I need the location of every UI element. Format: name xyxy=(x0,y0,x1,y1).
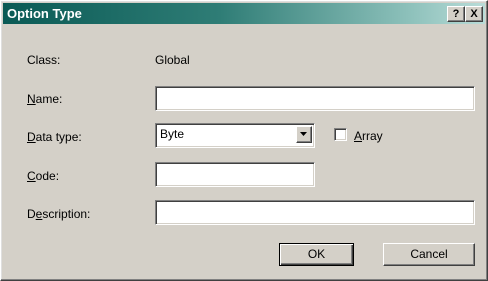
name-label: Name: xyxy=(27,92,62,106)
class-label: Class: xyxy=(27,53,61,67)
array-label-rest: rray xyxy=(362,129,383,143)
data-type-label: Data type: xyxy=(27,130,82,144)
data-type-label-accel: D xyxy=(27,130,36,144)
option-type-dialog: Option Type ? X Class: Global Name: Data… xyxy=(0,0,488,281)
ok-button[interactable]: OK xyxy=(279,243,354,266)
name-label-accel: N xyxy=(27,92,36,106)
description-label: Description: xyxy=(27,207,90,221)
name-field[interactable] xyxy=(155,86,475,111)
data-type-label-rest: ata type: xyxy=(35,130,82,144)
title-bar[interactable]: Option Type ? X xyxy=(3,3,485,24)
data-type-select[interactable]: Byte xyxy=(155,123,315,148)
array-checkbox[interactable] xyxy=(334,128,347,141)
data-type-value: Byte xyxy=(160,127,185,141)
code-label-accel: C xyxy=(27,169,36,183)
code-field[interactable] xyxy=(155,162,315,187)
cancel-button[interactable]: Cancel xyxy=(383,243,475,266)
name-label-rest: ame: xyxy=(35,92,63,106)
data-type-dropdown-button[interactable] xyxy=(296,126,312,143)
code-label-rest: ode: xyxy=(35,169,60,183)
class-value: Global xyxy=(155,53,190,67)
window-title: Option Type xyxy=(7,6,82,21)
description-field[interactable] xyxy=(155,200,475,225)
code-label: Code: xyxy=(27,169,59,183)
array-label[interactable]: Array xyxy=(354,129,383,143)
help-button[interactable]: ? xyxy=(447,6,465,22)
close-button[interactable]: X xyxy=(465,6,483,22)
chevron-down-icon xyxy=(300,132,307,136)
description-label-pre: D xyxy=(27,207,36,221)
description-label-rest: scription: xyxy=(42,207,91,221)
array-label-accel: A xyxy=(354,129,363,143)
